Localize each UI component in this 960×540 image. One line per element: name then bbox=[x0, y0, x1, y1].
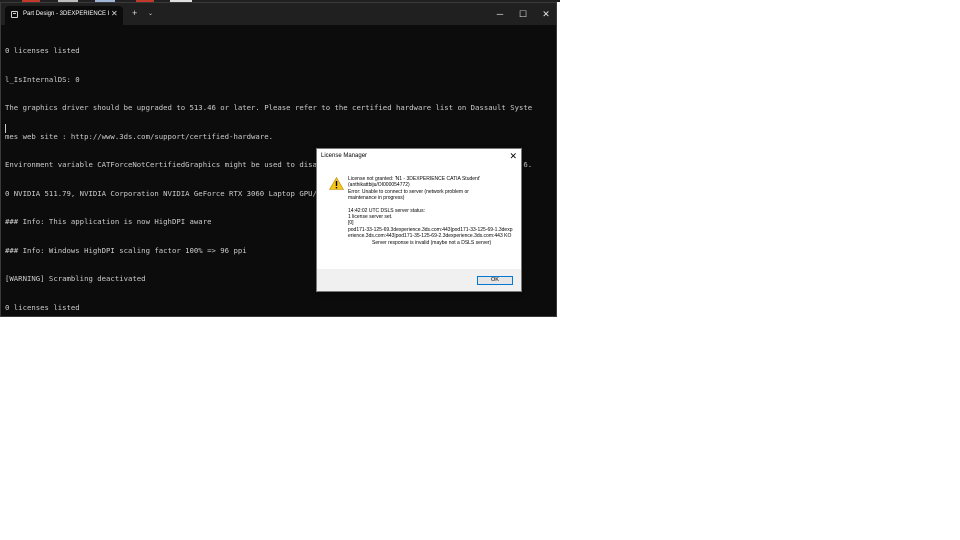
console-line: 0 licenses listed bbox=[5, 46, 80, 55]
dialog-titlebar[interactable]: License Manager ✕ bbox=[317, 149, 521, 164]
dialog-title: License Manager bbox=[321, 153, 368, 159]
close-window-button[interactable]: ✕ bbox=[539, 7, 553, 21]
console-line: mes web site : http://www.3ds.com/suppor… bbox=[5, 131, 273, 141]
console-line: l_IsInternalDS: 0 bbox=[5, 74, 80, 84]
license-manager-dialog: License Manager ✕ License not granted: '… bbox=[316, 148, 522, 292]
console-line: 0 licenses listed bbox=[5, 302, 80, 312]
warning-icon bbox=[329, 177, 344, 190]
terminal-titlebar[interactable]: Part Design - 3DEXPERIENCE I ✕ + ⌄ ─ ☐ ✕ bbox=[1, 3, 556, 25]
tab-dropdown-button[interactable]: ⌄ bbox=[148, 10, 153, 19]
tab-close-button[interactable]: ✕ bbox=[111, 9, 118, 18]
new-tab-button[interactable]: + bbox=[132, 9, 137, 18]
console-line: The graphics driver should be upgraded t… bbox=[5, 103, 533, 112]
dialog-message: License not granted: 'N1 - 3DEXPERIENCE … bbox=[348, 176, 514, 246]
text-cursor bbox=[5, 124, 6, 133]
server-address: pod171-33-125-69.3dexperience.3ds.com:44… bbox=[348, 226, 513, 240]
dialog-body: License not granted: 'N1 - 3DEXPERIENCE … bbox=[317, 164, 521, 269]
terminal-tab[interactable]: Part Design - 3DEXPERIENCE I ✕ bbox=[5, 6, 123, 25]
tab-title: Part Design - 3DEXPERIENCE I bbox=[23, 11, 109, 17]
maximize-button[interactable]: ☐ bbox=[516, 7, 530, 21]
ok-button[interactable]: OK bbox=[477, 276, 513, 285]
server-response: Server response is invalid (maybe not a … bbox=[372, 239, 492, 246]
minimize-button[interactable]: ─ bbox=[493, 7, 507, 21]
terminal-icon bbox=[11, 11, 18, 18]
dialog-close-button[interactable]: ✕ bbox=[509, 150, 517, 162]
